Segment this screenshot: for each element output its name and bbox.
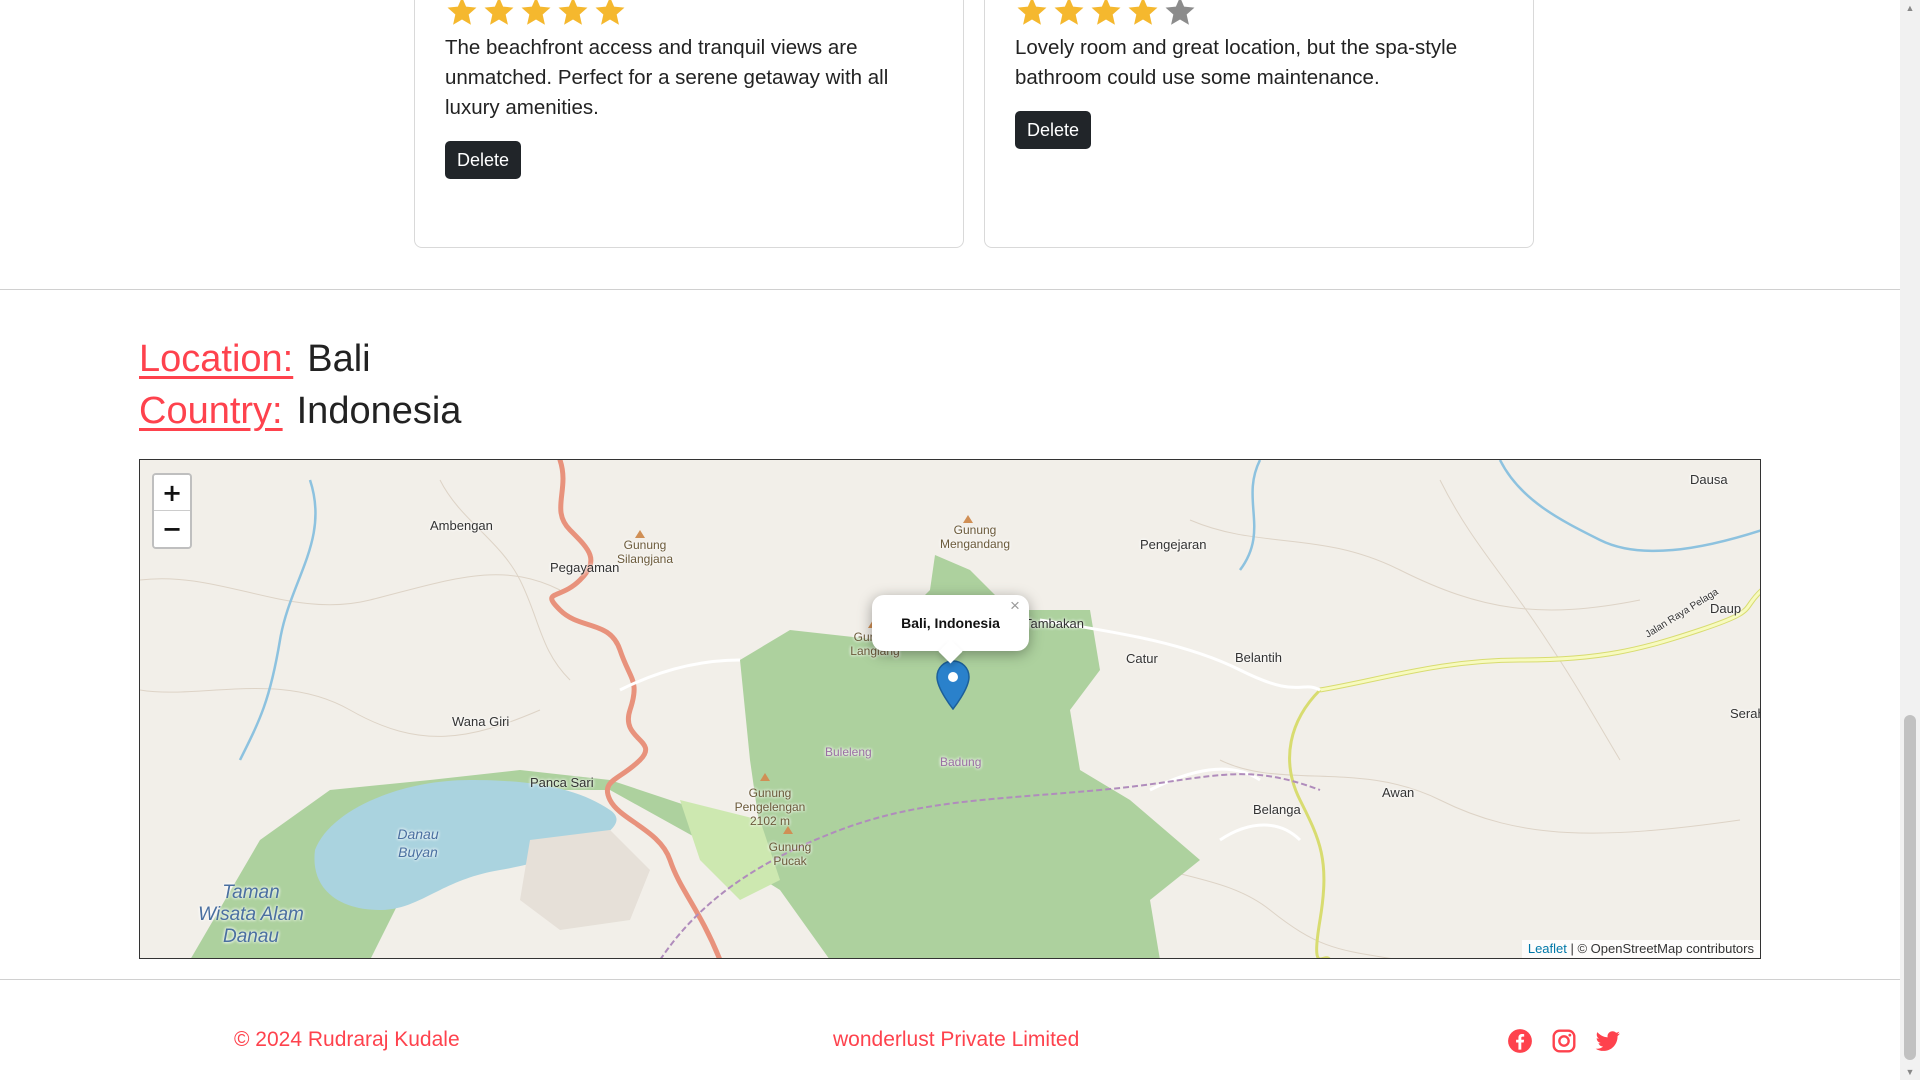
- scroll-down-arrow-icon[interactable]: ▼: [1905, 1067, 1915, 1077]
- map-label-pegayaman: Pegayaman: [550, 560, 620, 575]
- map-label-gunung-mengandang: Gunung Mengandang: [939, 523, 1011, 551]
- delete-review-button[interactable]: Delete: [1015, 111, 1092, 149]
- star-rating: [445, 0, 627, 31]
- review-comment: The beachfront access and tranquil views…: [445, 36, 889, 119]
- star-filled-icon: [484, 0, 514, 25]
- zoom-in-button[interactable]: +: [154, 475, 190, 511]
- country-label: Country:: [139, 390, 283, 432]
- map-label-belantih: Belantih: [1235, 650, 1282, 665]
- section-divider: [0, 289, 1900, 290]
- zoom-control: + −: [152, 473, 192, 549]
- map-label-belanga: Belanga: [1253, 802, 1301, 817]
- instagram-icon[interactable]: [1551, 1028, 1577, 1054]
- popup-close-icon[interactable]: ×: [1007, 597, 1023, 615]
- footer-company: wonderlust Private Limited: [833, 1028, 1080, 1051]
- map-label-taman-wisata: Taman Wisata Alam Danau: [198, 882, 304, 947]
- star-filled-icon: [595, 0, 625, 25]
- scroll-thumb[interactable]: [1904, 715, 1916, 1060]
- location-value: Bali: [307, 338, 371, 380]
- popup-text: Bali, Indonesia: [901, 615, 1000, 631]
- map-label-daup: Daup: [1710, 601, 1742, 616]
- map-label-ambengan: Ambengan: [430, 518, 493, 533]
- map-label-wana-giri: Wana Giri: [452, 714, 510, 729]
- country-value: Indonesia: [296, 390, 462, 432]
- review-comment: Lovely room and great location, but the …: [1015, 36, 1458, 89]
- country-line: Country: Indonesia: [139, 390, 461, 433]
- map-label-gunung-pengelengan: Gunung Pengelengan 2102 m: [734, 786, 806, 828]
- map-label-danau-buyan: Danau Buyan: [397, 826, 439, 860]
- leaflet-link[interactable]: Leaflet: [1528, 941, 1567, 956]
- location-line: Location: Bali: [139, 338, 371, 381]
- map-label-catur: Catur: [1126, 651, 1158, 666]
- map-label-tambakan: Tambakan: [1024, 616, 1084, 631]
- star-filled-icon: [1017, 0, 1047, 25]
- star-empty-icon: [1165, 0, 1195, 25]
- page-scrollbar[interactable]: ▲ ▼: [1900, 0, 1920, 1080]
- footer-copyright: © 2024 Rudraraj Kudale: [234, 1028, 460, 1051]
- map-label-serah: Serah: [1730, 706, 1760, 721]
- star-rating: [1015, 0, 1197, 31]
- scroll-up-arrow-icon[interactable]: ▲: [1905, 3, 1915, 13]
- star-filled-icon: [1128, 0, 1158, 25]
- map-label-buleleng: Buleleng: [825, 745, 872, 759]
- map-label-badung: Badung: [940, 755, 982, 769]
- review-card: Lovely room and great location, but the …: [984, 0, 1534, 248]
- star-filled-icon: [521, 0, 551, 25]
- map-label-gunung-silangjana: Gunung Silangjana: [616, 538, 674, 566]
- review-card: The beachfront access and tranquil views…: [414, 0, 964, 248]
- star-filled-icon: [558, 0, 588, 25]
- location-label: Location:: [139, 338, 294, 380]
- map-popup: Bali, Indonesia ×: [872, 595, 1029, 664]
- map-label-panca-sari: Panca Sari: [530, 775, 594, 790]
- map-attribution: Leaflet | © OpenStreetMap contributors: [1521, 940, 1760, 958]
- star-filled-icon: [1054, 0, 1084, 25]
- twitter-icon[interactable]: [1595, 1028, 1621, 1054]
- map-label-dausa: Dausa: [1690, 472, 1728, 487]
- map-label-gunung-pucak: Gunung Pucak: [768, 840, 812, 868]
- star-filled-icon: [447, 0, 477, 25]
- delete-review-button[interactable]: Delete: [445, 141, 522, 179]
- zoom-out-button[interactable]: −: [154, 511, 190, 547]
- page: The beachfront access and tranquil views…: [0, 0, 1900, 1080]
- star-filled-icon: [1091, 0, 1121, 25]
- map-label-pengejaran: Pengejaran: [1140, 537, 1207, 552]
- attribution-text: | © OpenStreetMap contributors: [1566, 941, 1755, 956]
- footer-divider: [0, 979, 1900, 980]
- map[interactable]: Ambengan Pegayaman Gunung Silangjana Gun…: [139, 459, 1761, 959]
- facebook-icon[interactable]: [1507, 1028, 1533, 1054]
- map-label-awan: Awan: [1382, 785, 1415, 800]
- map-marker-icon[interactable]: [936, 660, 970, 710]
